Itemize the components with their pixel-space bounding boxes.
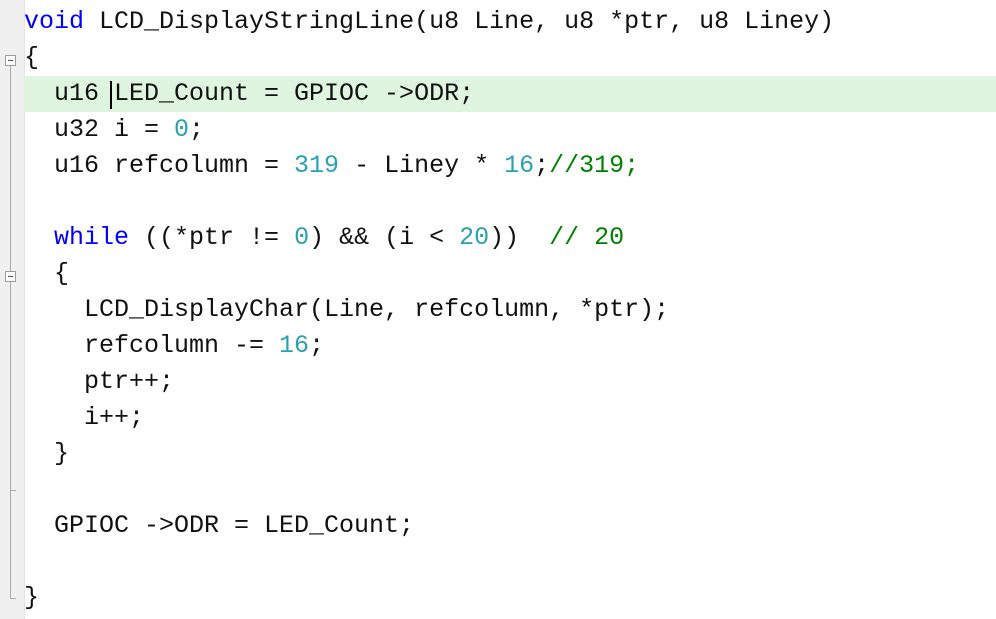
code-text: ; [309,331,325,360]
number-literal: 319 [294,151,340,180]
line-while-open-brace[interactable]: { [24,256,996,292]
line-function-signature[interactable]: void LCD_DisplayStringLine(u8 Line, u8 *… [24,4,996,40]
text-caret [110,81,112,109]
line-led-count-decl[interactable]: u16 LED_Count = GPIOC ->ODR; [24,76,996,112]
line-close-brace[interactable]: } [24,580,996,616]
number-literal: 0 [294,223,310,252]
line-blank-1[interactable] [24,184,996,220]
code-text: ; [534,151,550,180]
code-text: { [24,43,40,72]
code-text: GPIOC ->ODR = LED_Count; [24,511,415,540]
comment: // 20 [549,223,625,252]
code-text: } [24,439,70,468]
code-text: ptr++; [24,367,175,396]
code-text: i++; [24,403,145,432]
line-i-increment[interactable]: i++; [24,400,996,436]
fold-end-marker [10,598,16,599]
number-literal: 0 [174,115,190,144]
code-text: )) [489,223,550,252]
code-text: LCD_DisplayChar(Line, refcolumn, *ptr); [24,295,670,324]
code-text: u16 refcolumn = [24,151,295,180]
line-refcolumn-decrement[interactable]: refcolumn -= 16; [24,328,996,364]
code-text: LCD_DisplayStringLine(u8 Line, u8 *ptr, … [84,7,835,36]
code-editor[interactable]: void LCD_DisplayStringLine(u8 Line, u8 *… [0,0,996,619]
code-text: } [24,583,40,612]
number-literal: 16 [504,151,535,180]
fold-toggle-function-icon[interactable] [5,55,16,66]
line-blank-3[interactable] [24,544,996,580]
fold-toggle-while-icon[interactable] [5,271,16,282]
code-text: ) && (i < [309,223,460,252]
code-text: - Liney * [339,151,505,180]
number-literal: 16 [279,331,310,360]
code-text: ((*ptr != [129,223,295,252]
code-text: u16 LED_Count = GPIOC ->ODR; [24,79,475,108]
fold-gutter [0,0,25,619]
code-text: { [24,259,70,288]
line-display-char-call[interactable]: LCD_DisplayChar(Line, refcolumn, *ptr); [24,292,996,328]
number-literal: 20 [459,223,490,252]
line-i-decl[interactable]: u32 i = 0; [24,112,996,148]
line-refcolumn-decl[interactable]: u16 refcolumn = 319 - Liney * 16;//319; [24,148,996,184]
code-text: ; [189,115,205,144]
line-while-close-brace[interactable]: } [24,436,996,472]
keyword: while [54,223,130,252]
line-odr-assign[interactable]: GPIOC ->ODR = LED_Count; [24,508,996,544]
keyword: void [24,7,85,36]
fold-guide-line [10,66,11,598]
code-text: refcolumn -= [24,331,280,360]
code-text: u32 i = [24,115,175,144]
comment: //319; [549,151,640,180]
line-while[interactable]: while ((*ptr != 0) && (i < 20)) // 20 [24,220,996,256]
line-open-brace[interactable]: { [24,40,996,76]
fold-end-marker [10,490,16,491]
line-blank-2[interactable] [24,472,996,508]
code-area[interactable]: void LCD_DisplayStringLine(u8 Line, u8 *… [24,0,996,619]
line-ptr-increment[interactable]: ptr++; [24,364,996,400]
